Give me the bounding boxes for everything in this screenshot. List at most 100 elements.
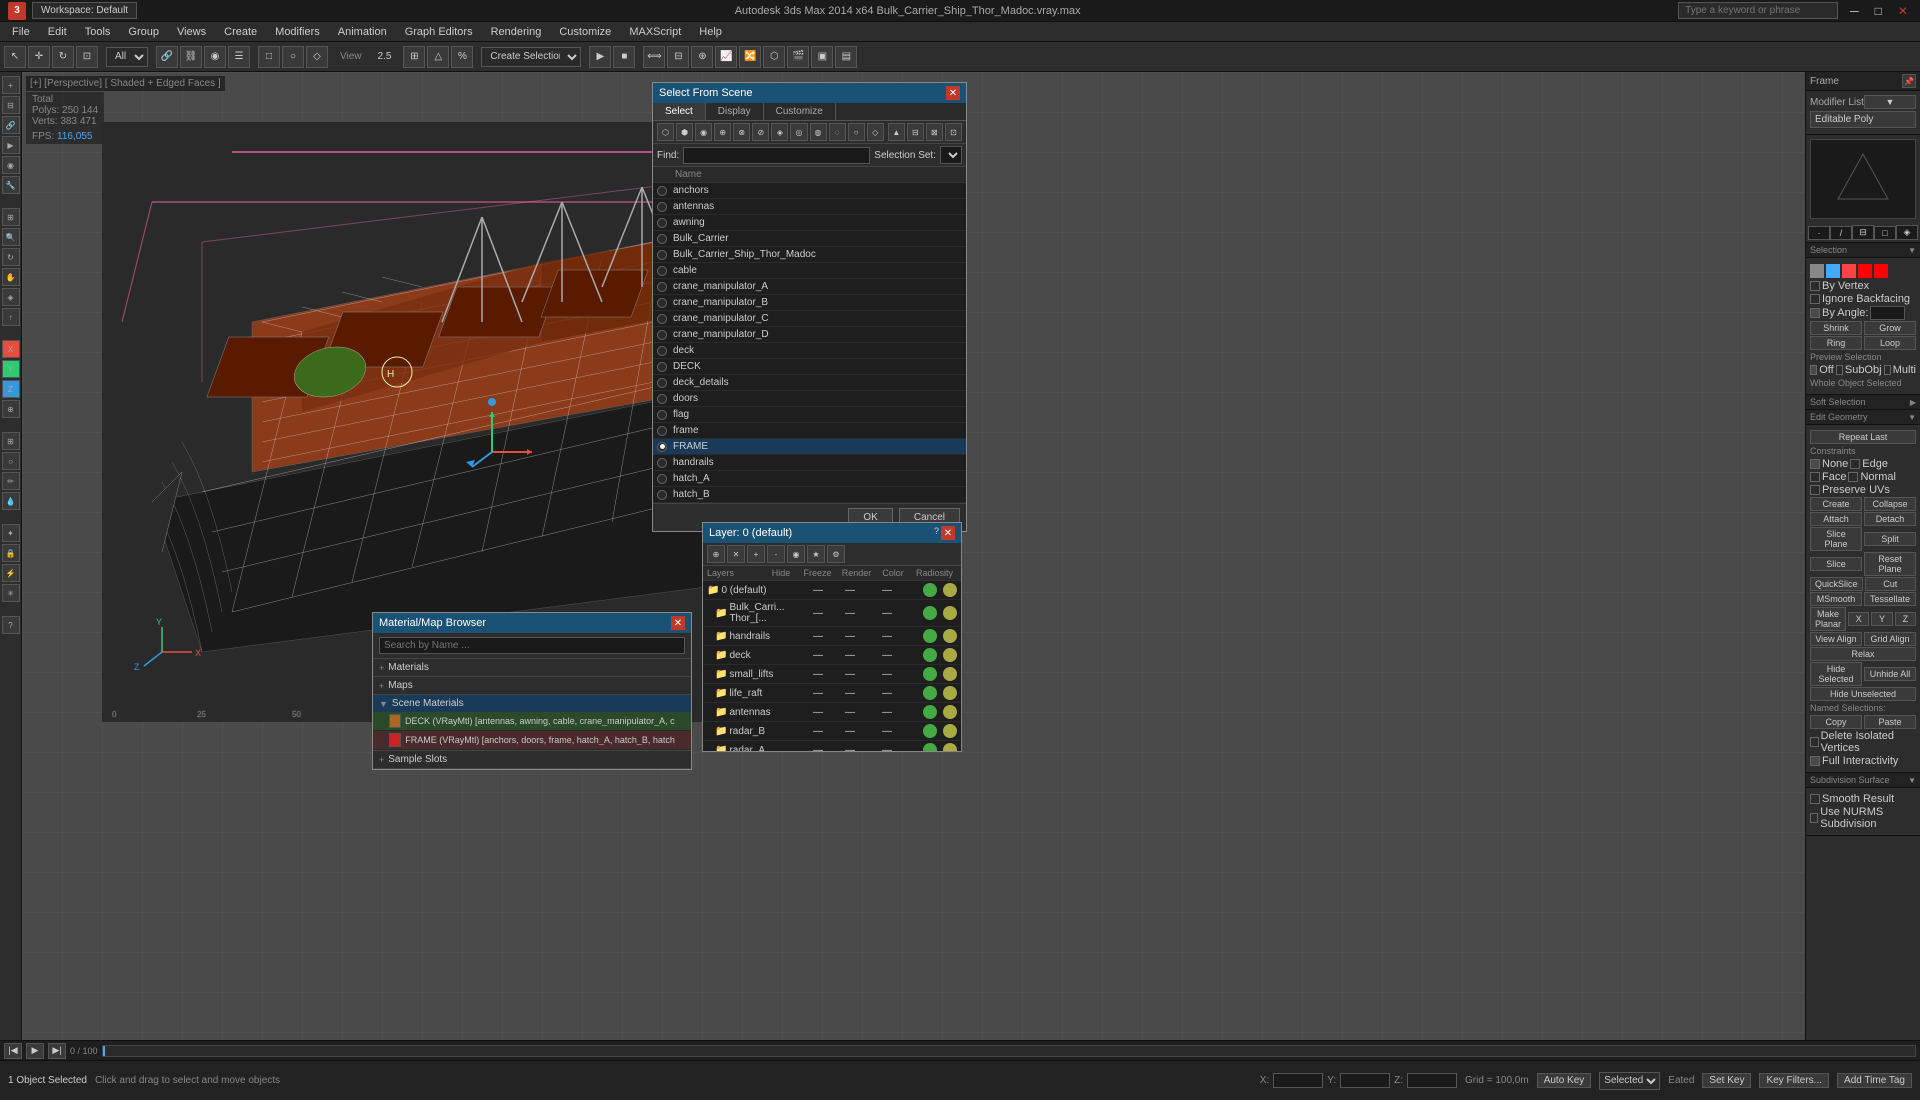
selection-filter[interactable]: All bbox=[106, 47, 148, 67]
stop-btn[interactable]: ■ bbox=[613, 46, 635, 68]
layer-item-radar-a[interactable]: 📁radar_A ——— bbox=[703, 741, 961, 751]
motion-panel-icon[interactable]: ▶ bbox=[2, 136, 20, 154]
curve-editor[interactable]: 📈 bbox=[715, 46, 737, 68]
polygon-btn[interactable]: □ bbox=[1874, 226, 1896, 240]
create-panel-icon[interactable]: + bbox=[2, 76, 20, 94]
subobj-radio[interactable] bbox=[1836, 365, 1843, 375]
scene-item-antennas[interactable]: antennas bbox=[653, 199, 966, 215]
scene-sort-1[interactable]: ▲ bbox=[888, 123, 905, 141]
menu-rendering[interactable]: Rendering bbox=[483, 24, 550, 40]
auto-key-btn[interactable]: Auto Key bbox=[1537, 1073, 1592, 1088]
workspace-selector[interactable]: Workspace: Default bbox=[32, 2, 137, 19]
scene-tool-6[interactable]: ⊘ bbox=[752, 123, 769, 141]
mat-item-frame[interactable]: FRAME (VRayMtl) [anchors, doors, frame, … bbox=[373, 731, 691, 750]
move-tool[interactable]: ✛ bbox=[28, 46, 50, 68]
vertex-btn[interactable]: · bbox=[1808, 226, 1830, 240]
layer-item-small-lifts[interactable]: 📁small_lifts ——— bbox=[703, 665, 961, 684]
scene-item-deck-details[interactable]: deck_details bbox=[653, 375, 966, 391]
percent-snap[interactable]: % bbox=[451, 46, 473, 68]
edge-radio[interactable] bbox=[1850, 459, 1860, 469]
z-coord-input[interactable] bbox=[1407, 1073, 1457, 1088]
maps-section-header[interactable]: + Maps bbox=[373, 677, 691, 694]
modifier-list-dropdown[interactable]: ▼ bbox=[1864, 95, 1916, 109]
selected-dropdown[interactable]: Selected bbox=[1599, 1072, 1660, 1090]
reset-plane-btn[interactable]: Reset Plane bbox=[1864, 552, 1916, 576]
freeform-icon[interactable]: ✦ bbox=[2, 524, 20, 542]
orbit-icon[interactable]: ↻ bbox=[2, 248, 20, 266]
menu-help[interactable]: Help bbox=[691, 24, 730, 40]
unhide-all-btn[interactable]: Unhide All bbox=[1864, 667, 1916, 681]
pan-icon[interactable]: ✋ bbox=[2, 268, 20, 286]
minimize-icon[interactable]: ─ bbox=[1846, 4, 1863, 18]
edge-btn[interactable]: / bbox=[1830, 226, 1852, 240]
timeline-track[interactable] bbox=[102, 1045, 1916, 1057]
make-planar-btn[interactable]: Make Planar bbox=[1810, 607, 1846, 631]
materials-section-header[interactable]: + Materials bbox=[373, 659, 691, 676]
layer-item-antennas[interactable]: 📁antennas ——— bbox=[703, 703, 961, 722]
selection-set-select[interactable] bbox=[940, 146, 962, 164]
scene-item-anchors[interactable]: anchors bbox=[653, 183, 966, 199]
full-interactivity-check[interactable] bbox=[1810, 756, 1820, 766]
scene-tool-12[interactable]: ◇ bbox=[867, 123, 884, 141]
soft-selection-title[interactable]: Soft Selection ▶ bbox=[1806, 395, 1920, 410]
cut-btn[interactable]: Cut bbox=[1865, 577, 1916, 591]
tab-customize[interactable]: Customize bbox=[764, 103, 836, 120]
slice-plane-btn[interactable]: Slice Plane bbox=[1810, 527, 1862, 551]
layer-item-life-raft[interactable]: 📁life_raft ——— bbox=[703, 684, 961, 703]
loop-btn[interactable]: Loop bbox=[1864, 336, 1916, 350]
simulation-icon[interactable]: ⚡ bbox=[2, 564, 20, 582]
paint-icon[interactable]: ✏ bbox=[2, 472, 20, 490]
delete-isolated-check[interactable] bbox=[1810, 737, 1819, 747]
layer-dialog-titlebar[interactable]: Layer: 0 (default) ? ✕ bbox=[703, 523, 961, 543]
constraint-icon[interactable]: 🔒 bbox=[2, 544, 20, 562]
help-icon[interactable]: ? bbox=[2, 616, 20, 634]
bind-tool[interactable]: ◉ bbox=[204, 46, 226, 68]
by-angle-input[interactable]: 45.0 bbox=[1870, 306, 1905, 320]
set-key-btn[interactable]: Set Key bbox=[1702, 1073, 1751, 1088]
paste-btn[interactable]: Paste bbox=[1864, 715, 1916, 729]
scene-item-crane-b[interactable]: crane_manipulator_B bbox=[653, 295, 966, 311]
layer-item-handrails[interactable]: 📁handrails ——— bbox=[703, 627, 961, 646]
next-frame-btn[interactable]: ▶| bbox=[48, 1043, 66, 1059]
layer-highlight[interactable]: ★ bbox=[807, 545, 825, 563]
viewport[interactable]: [+] [Perspective] [ Shaded + Edged Faces… bbox=[22, 72, 1805, 1040]
layer-add[interactable]: + bbox=[747, 545, 765, 563]
scene-tool-9[interactable]: ◍ bbox=[810, 123, 827, 141]
normal-radio[interactable] bbox=[1848, 472, 1858, 482]
subdivision-surface-title[interactable]: Subdivision Surface ▼ bbox=[1806, 773, 1920, 788]
sel-color-5[interactable] bbox=[1874, 264, 1888, 278]
render-btn[interactable]: ▣ bbox=[811, 46, 833, 68]
hide-selected-btn[interactable]: Hide Selected bbox=[1810, 662, 1862, 686]
scene-item-crane-c[interactable]: crane_manipulator_C bbox=[653, 311, 966, 327]
by-angle-check[interactable] bbox=[1810, 308, 1820, 318]
sample-slots-header[interactable]: + Sample Slots bbox=[373, 751, 691, 768]
menu-animation[interactable]: Animation bbox=[330, 24, 395, 40]
quickslice-btn[interactable]: QuickSlice bbox=[1810, 577, 1863, 591]
mirror-tool[interactable]: ⟺ bbox=[643, 46, 665, 68]
repeat-last-btn[interactable]: Repeat Last bbox=[1810, 430, 1916, 444]
select-tool[interactable]: ↖ bbox=[4, 46, 26, 68]
layer-dialog-close[interactable]: ✕ bbox=[941, 526, 955, 540]
scene-materials-section-header[interactable]: ▼ Scene Materials bbox=[373, 695, 691, 712]
x-btn[interactable]: X bbox=[1848, 612, 1869, 626]
scene-tool-11[interactable]: ○ bbox=[848, 123, 865, 141]
tessellate-btn[interactable]: Tessellate bbox=[1864, 592, 1916, 606]
selection-set-dropdown[interactable]: Create Selection... bbox=[481, 47, 581, 67]
scene-sort-2[interactable]: ⊟ bbox=[907, 123, 924, 141]
scene-item-bulk-carrier-ship[interactable]: Bulk_Carrier_Ship_Thor_Madoc bbox=[653, 247, 966, 263]
shrink-btn[interactable]: Shrink bbox=[1810, 321, 1862, 335]
layer-manager[interactable]: ⊕ bbox=[691, 46, 713, 68]
layer-select[interactable]: ◉ bbox=[787, 545, 805, 563]
material-editor[interactable]: ⬡ bbox=[763, 46, 785, 68]
view-align-btn[interactable]: View Align bbox=[1810, 632, 1862, 646]
hierarchy-panel-icon[interactable]: 🔗 bbox=[2, 116, 20, 134]
render-setup[interactable]: 🎬 bbox=[787, 46, 809, 68]
snap-icon[interactable]: ⊞ bbox=[2, 432, 20, 450]
field-of-view-icon[interactable]: ◈ bbox=[2, 288, 20, 306]
align-tool[interactable]: ⊟ bbox=[667, 46, 689, 68]
layer-remove[interactable]: - bbox=[767, 545, 785, 563]
search-input[interactable] bbox=[1678, 2, 1838, 19]
hide-unselected-btn[interactable]: Hide Unselected bbox=[1810, 687, 1916, 701]
ring-btn[interactable]: Ring bbox=[1810, 336, 1862, 350]
face-radio[interactable] bbox=[1810, 472, 1820, 482]
